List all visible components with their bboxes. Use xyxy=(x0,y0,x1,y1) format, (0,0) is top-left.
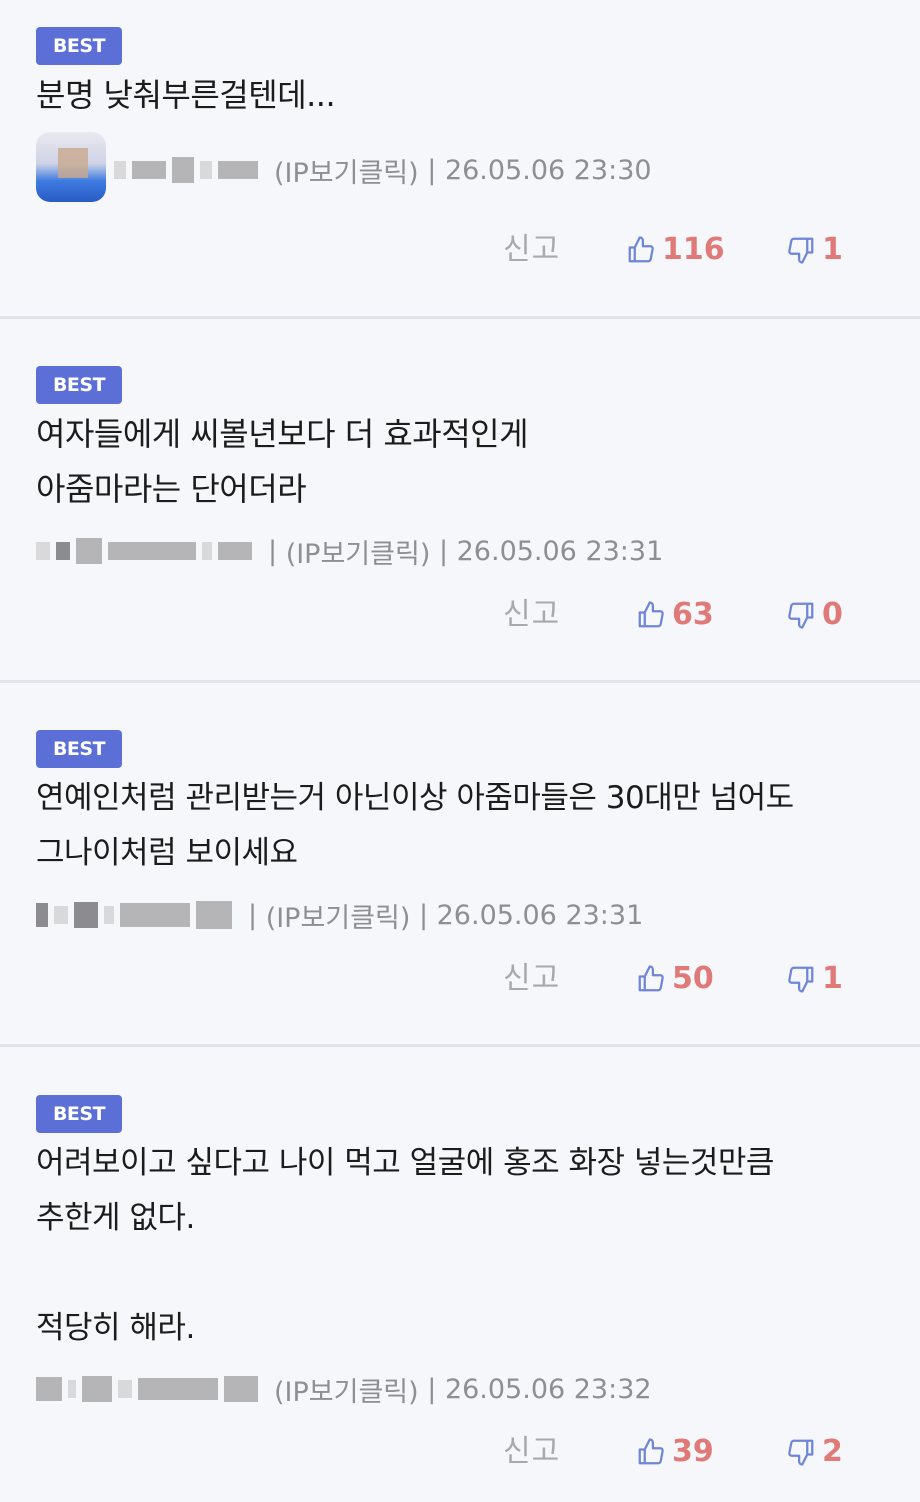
comment-actions: 신고 39 2 xyxy=(0,1427,920,1477)
comment-text: 어려보이고 싶다고 나이 먹고 얼굴에 홍조 화장 넣는것만큼 추한게 없다. … xyxy=(36,1145,774,1346)
meta-separator: | xyxy=(430,535,457,567)
comment-actions: 신고 116 1 xyxy=(0,225,920,275)
comment-date: 26.05.06 23:31 xyxy=(436,899,644,931)
comment-item: BEST 분명 낮춰부른걸텐데... (IP보기클릭) | 26.05.06 2… xyxy=(0,0,920,319)
best-badge: BEST xyxy=(36,27,122,65)
like-count: 63 xyxy=(672,597,714,632)
comment-item: BEST 여자들에게 씨볼년보다 더 효과적인게 아줌마라는 단어더라 | (I… xyxy=(0,319,920,683)
like-button[interactable]: 63 xyxy=(636,590,714,640)
meta-separator: | xyxy=(418,1373,445,1405)
thumbs-down-icon xyxy=(788,602,814,629)
comment-date: 26.05.06 23:31 xyxy=(456,535,664,567)
meta-separator: | xyxy=(248,899,266,931)
dislike-button[interactable]: 0 xyxy=(786,590,843,640)
comment-meta: | (IP보기클릭) | 26.05.06 23:31 xyxy=(36,895,643,935)
comment-actions: 신고 63 0 xyxy=(0,590,920,640)
ip-view-link[interactable]: (IP보기클릭) xyxy=(266,896,411,935)
comment-item: BEST 연예인처럼 관리받는거 아닌이상 아줌마들은 30대만 넘어도 그나이… xyxy=(0,683,920,1047)
report-button[interactable]: 신고 xyxy=(503,225,560,275)
author-nickname-blurred[interactable] xyxy=(114,157,264,183)
thumbs-up-icon xyxy=(638,1438,664,1465)
report-button[interactable]: 신고 xyxy=(503,590,560,640)
comment-text: 분명 낮춰부른걸텐데... xyxy=(36,76,336,114)
like-count: 50 xyxy=(672,961,714,996)
comment-date: 26.05.06 23:32 xyxy=(444,1373,652,1405)
meta-separator: | xyxy=(418,154,445,186)
dislike-count: 2 xyxy=(822,1434,843,1469)
comment-actions: 신고 50 1 xyxy=(0,954,920,1004)
dislike-count: 1 xyxy=(822,961,843,996)
dislike-button[interactable]: 2 xyxy=(786,1427,843,1477)
meta-separator: | xyxy=(410,899,437,931)
report-button[interactable]: 신고 xyxy=(503,1427,560,1477)
thumbs-up-icon xyxy=(638,601,664,628)
comment-meta: (IP보기클릭) | 26.05.06 23:32 xyxy=(36,1369,652,1409)
best-badge: BEST xyxy=(36,366,122,404)
thumbs-up-icon xyxy=(638,965,664,992)
comment-text: 여자들에게 씨볼년보다 더 효과적인게 아줌마라는 단어더라 xyxy=(36,415,529,508)
author-nickname-blurred[interactable] xyxy=(36,1376,264,1402)
like-button[interactable]: 39 xyxy=(636,1427,714,1477)
author-nickname-blurred[interactable] xyxy=(36,538,258,564)
thumbs-up-icon xyxy=(628,236,654,263)
thumbs-down-icon xyxy=(788,966,814,993)
like-count: 116 xyxy=(662,232,725,267)
comment-meta: | (IP보기클릭) | 26.05.06 23:31 xyxy=(36,531,663,571)
meta-separator: | xyxy=(268,535,286,567)
comment-text: 연예인처럼 관리받는거 아닌이상 아줌마들은 30대만 넘어도 그나이처럼 보이… xyxy=(36,780,794,871)
report-button[interactable]: 신고 xyxy=(503,954,560,1004)
comment-meta: (IP보기클릭) | 26.05.06 23:30 xyxy=(36,132,652,202)
like-count: 39 xyxy=(672,1434,714,1469)
comment-item: BEST 어려보이고 싶다고 나이 먹고 얼굴에 홍조 화장 넣는것만큼 추한게… xyxy=(0,1047,920,1502)
avatar[interactable] xyxy=(36,132,106,202)
dislike-button[interactable]: 1 xyxy=(786,954,843,1004)
like-button[interactable]: 116 xyxy=(626,225,725,275)
dislike-count: 0 xyxy=(822,597,843,632)
like-button[interactable]: 50 xyxy=(636,954,714,1004)
dislike-button[interactable]: 1 xyxy=(786,225,843,275)
ip-view-link[interactable]: (IP보기클릭) xyxy=(274,151,419,190)
best-badge: BEST xyxy=(36,1095,122,1133)
dislike-count: 1 xyxy=(822,232,843,267)
thumbs-down-icon xyxy=(788,237,814,264)
thumbs-down-icon xyxy=(788,1439,814,1466)
best-badge: BEST xyxy=(36,730,122,768)
ip-view-link[interactable]: (IP보기클릭) xyxy=(286,532,431,571)
comment-date: 26.05.06 23:30 xyxy=(444,154,652,186)
ip-view-link[interactable]: (IP보기클릭) xyxy=(274,1370,419,1409)
author-nickname-blurred[interactable] xyxy=(36,901,238,929)
